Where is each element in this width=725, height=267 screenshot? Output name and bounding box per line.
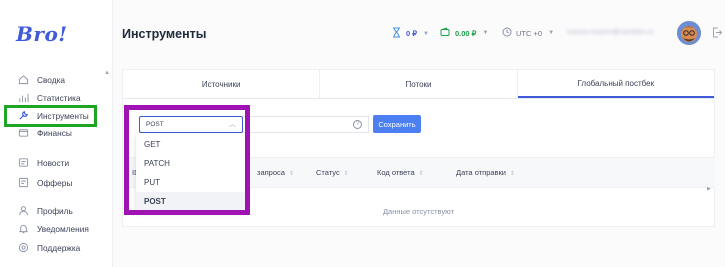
wallet-icon xyxy=(17,127,29,139)
tab-sources[interactable]: Источники xyxy=(123,70,321,98)
sidebar-item-news[interactable]: Новости xyxy=(17,156,69,169)
bell-icon xyxy=(17,223,29,235)
page-title: Инструменты xyxy=(122,27,207,41)
sidebar-item-notifications[interactable]: Уведомления xyxy=(17,222,89,235)
sort-icon: ⇕ xyxy=(418,171,424,177)
logout-icon[interactable] xyxy=(712,27,723,40)
sidebar-item-label: Статистика xyxy=(37,92,81,103)
sidebar-item-support[interactable]: Поддержка xyxy=(17,241,80,254)
sidebar-item-label: Финансы xyxy=(37,127,72,138)
balance[interactable]: 0.00 ₽ ▼ xyxy=(440,27,488,39)
scroll-right-icon[interactable]: ▶ xyxy=(707,186,711,192)
column-response-code[interactable]: Код ответа ⇕ xyxy=(377,168,424,177)
postback-url-input[interactable] xyxy=(243,116,369,133)
sort-icon: ⇕ xyxy=(343,171,349,177)
highlight-box-green xyxy=(4,105,97,127)
bar-chart-icon xyxy=(17,92,29,104)
sidebar-item-statistics[interactable]: Статистика xyxy=(17,91,81,104)
sidebar-item-label: Уведомления xyxy=(37,223,89,234)
wallet-icon xyxy=(440,27,450,39)
tab-global-postback[interactable]: Глобальный постбек xyxy=(517,70,714,98)
avatar[interactable] xyxy=(677,21,701,45)
collapse-sidebar-icon[interactable]: ▲ xyxy=(104,70,110,76)
user-icon xyxy=(17,205,29,217)
user-email-value: ivanov.maxim@rambler.ru xyxy=(567,27,654,36)
tab-streams[interactable]: Потоки xyxy=(320,70,518,98)
chevron-down-icon: ▼ xyxy=(548,30,555,36)
sidebar: Bro! ▲ Сводка Статистика Инструменты Фин… xyxy=(0,0,113,267)
sidebar-item-label: Профиль xyxy=(37,205,73,216)
support-icon xyxy=(17,242,29,254)
news-icon xyxy=(17,157,29,169)
user-email[interactable]: ivanov.maxim@rambler.ru xyxy=(567,27,654,36)
hold-balance-value: 0 ₽ xyxy=(406,29,418,38)
hold-balance[interactable]: 0 ₽ ▼ xyxy=(392,27,429,40)
column-request[interactable]: запроса ⇕ xyxy=(257,168,294,177)
offers-icon xyxy=(17,177,29,189)
timezone-selector[interactable]: UTC +0 ▼ xyxy=(502,27,554,39)
chevron-down-icon: ▼ xyxy=(423,30,429,37)
chevron-down-icon: ▼ xyxy=(482,30,489,36)
home-icon xyxy=(17,74,29,86)
highlight-box-purple xyxy=(124,105,250,215)
sidebar-item-offers[interactable]: Офферы xyxy=(17,176,72,189)
sidebar-item-label: Сводка xyxy=(37,74,66,85)
timezone-value: UTC +0 xyxy=(516,28,543,38)
sidebar-item-label: Офферы xyxy=(37,177,73,188)
sort-icon: ⇕ xyxy=(510,171,516,177)
save-button[interactable]: Сохранить xyxy=(373,115,421,133)
tabs: Источники Потоки Глобальный постбек xyxy=(123,70,714,99)
balance-value: 0.00 ₽ xyxy=(455,28,477,38)
sidebar-item-label: Поддержка xyxy=(37,242,81,253)
help-icon[interactable]: ? xyxy=(353,120,362,129)
hourglass-icon xyxy=(392,27,401,40)
app-logo[interactable]: Bro! xyxy=(16,22,68,46)
sidebar-item-dashboard[interactable]: Сводка xyxy=(17,73,65,86)
sidebar-item-finance[interactable]: Финансы xyxy=(17,126,72,139)
column-sent-date[interactable]: Дата отправки ⇕ xyxy=(456,168,515,177)
sidebar-item-profile[interactable]: Профиль xyxy=(17,204,73,217)
column-status[interactable]: Статус ⇕ xyxy=(316,168,349,177)
sort-icon: ⇕ xyxy=(288,171,294,177)
clock-icon xyxy=(502,27,512,39)
sidebar-item-label: Новости xyxy=(37,157,70,168)
